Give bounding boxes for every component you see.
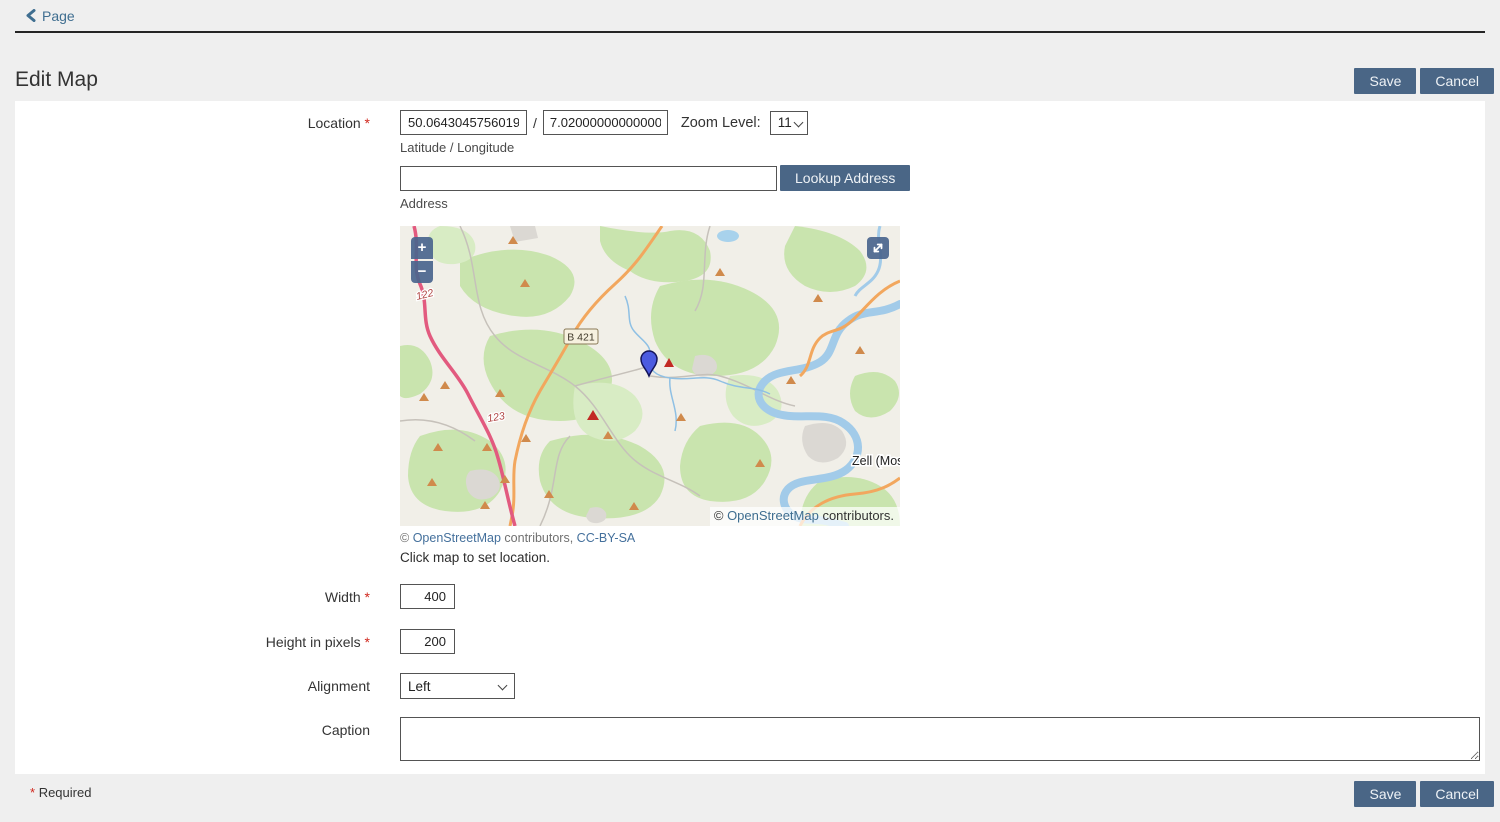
map-row: 122 123 B 421 Zell (Mos + − — [15, 226, 1485, 565]
map-zoom-in-button[interactable]: + — [411, 237, 433, 259]
caption-textarea[interactable] — [400, 717, 1480, 761]
page-header: Edit Map Save Cancel — [0, 33, 1500, 101]
cancel-button[interactable]: Cancel — [1420, 68, 1494, 94]
zoom-level-label: Zoom Level: — [681, 115, 761, 131]
required-note: * Required — [30, 781, 91, 800]
map-fullscreen-button[interactable] — [867, 237, 889, 259]
longitude-input[interactable] — [543, 110, 668, 135]
alignment-label: Alignment — [15, 673, 370, 694]
page-title: Edit Map — [15, 68, 98, 92]
form-panel: Location * / Zoom Level: 11 Latitude / L… — [15, 101, 1485, 774]
alignment-select[interactable]: Left — [400, 673, 515, 699]
footer-bar: * Required Save Cancel — [0, 774, 1500, 807]
location-label: Location * — [15, 110, 370, 131]
width-input[interactable] — [400, 584, 455, 609]
road-badge-b421: B 421 — [564, 329, 598, 344]
address-helper: Address — [400, 196, 1480, 211]
location-row: Location * / Zoom Level: 11 Latitude / L… — [15, 110, 1485, 155]
chevron-left-icon — [25, 9, 36, 22]
expand-arrows-icon — [871, 241, 885, 255]
map-attribution-line: © OpenStreetMap contributors, CC-BY-SA — [400, 531, 1480, 545]
map-hint: Click map to set location. — [400, 550, 1480, 565]
save-button-bottom[interactable]: Save — [1354, 781, 1416, 807]
alignment-row: Alignment Left — [15, 673, 1485, 699]
cancel-button-bottom[interactable]: Cancel — [1420, 781, 1494, 807]
address-row: Lookup Address Address — [15, 165, 1485, 211]
topbar: Page — [15, 0, 1485, 33]
width-label: Width * — [15, 584, 370, 605]
latitude-input[interactable] — [400, 110, 527, 135]
back-link[interactable]: Page — [15, 8, 75, 24]
map-tiles: 122 123 B 421 Zell (Mos — [400, 226, 900, 526]
height-label: Height in pixels * — [15, 629, 370, 650]
width-row: Width * — [15, 584, 1485, 609]
required-asterisk: * — [365, 589, 370, 605]
required-asterisk: * — [365, 115, 370, 131]
back-link-label: Page — [42, 8, 75, 24]
latlng-separator: / — [533, 115, 537, 131]
address-input[interactable] — [400, 166, 777, 191]
map-zoom-out-button[interactable]: − — [411, 261, 433, 283]
svg-text:B 421: B 421 — [567, 332, 595, 344]
osm-link-map[interactable]: OpenStreetMap — [727, 508, 819, 523]
caption-row: Caption — [15, 717, 1485, 766]
latlng-helper: Latitude / Longitude — [400, 140, 1480, 155]
save-button[interactable]: Save — [1354, 68, 1416, 94]
osm-link[interactable]: OpenStreetMap — [413, 531, 501, 545]
lookup-address-button[interactable]: Lookup Address — [780, 165, 910, 191]
height-input[interactable] — [400, 629, 455, 654]
zoom-level-select[interactable]: 11 — [770, 111, 808, 135]
map-attribution-overlay: © OpenStreetMap contributors. — [710, 507, 900, 526]
cc-by-sa-link[interactable]: CC-BY-SA — [577, 531, 636, 545]
required-asterisk: * — [365, 634, 370, 650]
map-canvas[interactable]: 122 123 B 421 Zell (Mos + − — [400, 226, 900, 526]
caption-label: Caption — [15, 717, 370, 738]
height-row: Height in pixels * — [15, 629, 1485, 654]
town-label-zell: Zell (Mos — [852, 454, 900, 468]
